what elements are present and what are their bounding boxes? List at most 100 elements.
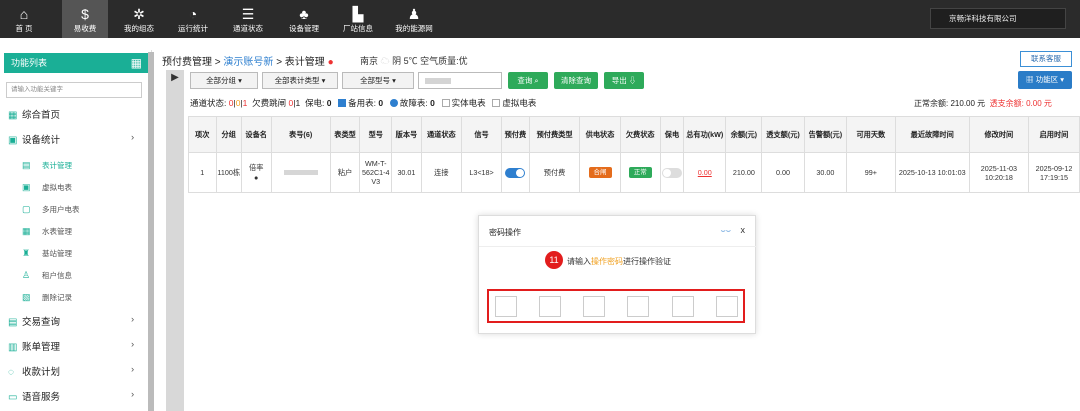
menu-home[interactable]: ▦ 综合首页 (8, 107, 60, 121)
fault-radio[interactable] (389, 99, 398, 107)
password-input-group (487, 289, 745, 323)
backup-checkbox[interactable] (338, 99, 347, 107)
menu-payment-plan[interactable]: ◌ 收款计划 › (8, 364, 134, 378)
cell-index: 1 (188, 152, 217, 193)
table-header[interactable]: 最近故障时间 (894, 116, 970, 153)
search-input[interactable] (418, 72, 502, 89)
real-meter-checkbox[interactable] (441, 99, 450, 107)
table-header[interactable]: 余额(元) (725, 116, 763, 153)
contact-support-button[interactable]: 联系客服 (1020, 51, 1072, 67)
keep-power-toggle[interactable] (661, 167, 682, 178)
table-header[interactable]: 版本号 (391, 116, 422, 153)
eye-closed-icon[interactable]: ⌣⌣ (720, 226, 731, 236)
table-header[interactable]: 型号 (359, 116, 393, 153)
submenu-tenant[interactable]: ♙ 租户信息 (22, 270, 72, 281)
meter-type-dropdown[interactable]: 全部表计类型 ▾ (262, 72, 338, 89)
table-header[interactable]: 信号 (460, 116, 503, 153)
table-row[interactable]: 1 1100栋 倍率 ● 粘户 WM-T-562C1-4 V3 30.01 连接 … (188, 152, 1080, 193)
cell-total-kw: 0.00 (683, 152, 727, 193)
table-header[interactable]: 表类型 (329, 116, 361, 153)
table-header[interactable]: 可用天数 (846, 116, 896, 153)
table-header[interactable]: 预付费类型 (528, 116, 581, 153)
location-pin-icon[interactable]: ● (254, 173, 258, 182)
supply-status-badge[interactable]: 合闸 (588, 167, 612, 178)
submenu-multi-meter[interactable]: ▢ 多用户电表 (22, 204, 80, 215)
group-dropdown[interactable]: 全部分组 ▾ (190, 72, 258, 89)
table-header[interactable]: 设备名 (240, 116, 272, 153)
menu-voice[interactable]: ▭ 语音服务 › (8, 389, 134, 403)
total-kw-link[interactable]: 0.00 (698, 168, 712, 177)
submenu-water-meter[interactable]: ▦ 水表管理 (22, 226, 72, 237)
expand-arrow-icon[interactable]: ▶ (166, 72, 184, 83)
menu-transactions[interactable]: ▤ 交易查询 › (8, 314, 134, 328)
export-button[interactable]: 导出 ⇩ (604, 72, 644, 89)
table-header[interactable]: 分组 (215, 116, 242, 153)
table-header[interactable]: 透支额(元) (761, 116, 805, 153)
menu-device-stats[interactable]: ▣ 设备统计 › (8, 132, 134, 146)
cell-days: 99+ (846, 152, 896, 193)
station-icon: ♜ (22, 248, 31, 258)
menu-bills[interactable]: ▥ 账单管理 › (8, 339, 134, 353)
nav-label: 厂站信息 (343, 24, 373, 33)
nav-device-mgmt[interactable]: ♣ 设备管理 (282, 0, 326, 38)
cell-device: 倍率 ● (240, 152, 272, 193)
table-header[interactable]: 告警额(元) (803, 116, 848, 153)
table-header[interactable]: 供电状态 (579, 116, 621, 153)
nav-run-stats[interactable]: ◔ 运行统计 (172, 0, 214, 38)
submenu-label: 租户信息 (42, 271, 72, 280)
query-button[interactable]: 查询 ⌕ (508, 72, 548, 89)
normal-balance-value: 210.00 元 (950, 99, 986, 108)
collapse-panel[interactable]: ▶ (166, 70, 184, 411)
submenu-station[interactable]: ♜ 基站管理 (22, 248, 72, 259)
nav-channel-status[interactable]: ☰ 通道状态 (226, 0, 270, 38)
table-header[interactable]: 通道状态 (420, 116, 462, 153)
nav-label: 设备管理 (289, 24, 319, 33)
tenant-icon: ♙ (22, 270, 31, 280)
table-header[interactable]: 项次 (188, 116, 217, 153)
chevron-right-icon: › (131, 364, 135, 375)
owe-balance-value: 0.00 元 (1026, 99, 1052, 108)
close-button[interactable]: x (741, 225, 746, 235)
owe-status-badge: 正常 (628, 167, 652, 178)
menu-label: 交易查询 (22, 317, 61, 328)
password-digit-input[interactable] (539, 296, 561, 317)
company-selector[interactable]: 京畅洋科技有限公司 (930, 8, 1066, 29)
menu-label: 综合首页 (22, 110, 61, 121)
owe-trip-label: 欠费跳闸 (252, 98, 287, 108)
password-digit-input[interactable] (716, 296, 738, 317)
nav-station-info[interactable]: ▙ 厂站信息 (336, 0, 380, 38)
top-navigation-bar: ⌂ 首 页 $ 易收费 ✲ 我的组态 ◔ 运行统计 ☰ 通道状态 ♣ 设备管理 … (0, 0, 1080, 38)
breadcrumb-account-link[interactable]: 演示账号新 (223, 57, 273, 68)
nav-my-energy[interactable]: ♟ 我的能源网 (390, 0, 438, 38)
password-dialog: 密码操作 ⌣⌣ x 11 请输入操作密码进行操作验证 (478, 215, 757, 334)
table-header[interactable]: 欠费状态 (619, 116, 661, 153)
table-header[interactable]: 预付费 (501, 116, 530, 153)
virtual-meter-label: 虚拟电表 (502, 98, 537, 108)
virtual-meter-checkbox[interactable] (492, 99, 501, 107)
password-digit-input[interactable] (583, 296, 605, 317)
sidebar-scrollbar[interactable] (148, 52, 154, 411)
function-area-button[interactable]: ▦ 功能区 ▾ (1018, 71, 1072, 89)
table-header[interactable]: 保电 (659, 116, 685, 153)
nav-easy-charge[interactable]: $ 易收费 (62, 0, 108, 38)
grid-icon[interactable]: ▦ (131, 53, 142, 73)
clear-query-button[interactable]: 清除查询 (554, 72, 598, 89)
table-header[interactable]: 总有功(kW) (683, 116, 727, 153)
prepay-toggle[interactable] (505, 167, 526, 178)
nav-my-config[interactable]: ✲ 我的组态 (118, 0, 160, 38)
table-header[interactable]: 表号(6) (270, 116, 331, 153)
menu-label: 收款计划 (22, 367, 61, 378)
model-dropdown[interactable]: 全部型号 ▾ (342, 72, 414, 89)
submenu-virtual-meter[interactable]: ▣ 虚拟电表 (22, 182, 72, 193)
cell-supply: 合闸 (579, 152, 621, 193)
nav-home[interactable]: ⌂ 首 页 (4, 0, 44, 38)
table-header[interactable]: 启用时间 (1028, 116, 1080, 153)
password-digit-input[interactable] (495, 296, 517, 317)
submenu-label: 基站管理 (42, 249, 72, 258)
function-search-input[interactable]: 请输入功能关键字 (6, 82, 142, 98)
password-digit-input[interactable] (627, 296, 649, 317)
submenu-delete-record[interactable]: ▧ 删除记录 (22, 292, 72, 303)
submenu-meter-mgmt[interactable]: ▤ 表计管理 (22, 160, 72, 171)
table-header[interactable]: 修改时间 (968, 116, 1030, 153)
password-digit-input[interactable] (672, 296, 694, 317)
